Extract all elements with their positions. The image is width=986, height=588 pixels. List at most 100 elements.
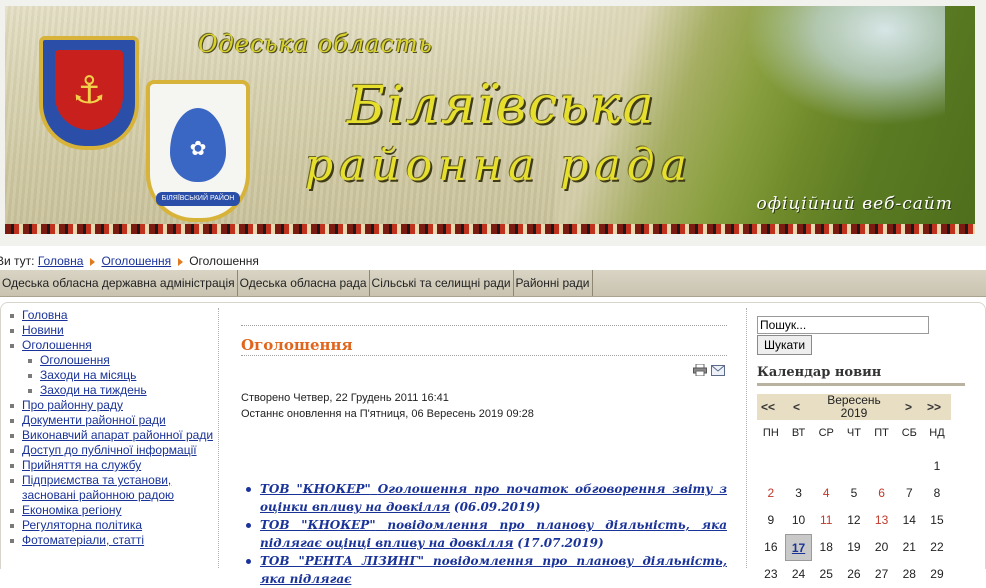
news-org: ТОВ "РЕНТА ЛІЗИНГ" [260, 554, 424, 568]
calendar-day: 26 [847, 567, 861, 581]
created-date: Створено Четвер, 22 Грудень 2011 16:41 [241, 392, 449, 404]
prev-month-button[interactable]: < [793, 400, 800, 414]
calendar-day: 5 [850, 486, 858, 500]
calendar-grid: ПН ВТ СР ЧТ ПТ СБ НД 1 2 3 4 5 6 7 8 9 10 11 12 13 14… [757, 426, 951, 588]
news-date: (17.07.2019) [517, 536, 604, 550]
calendar-day: 20 [874, 540, 889, 554]
odesa-oblast-coat-of-arms: ⚓ [39, 36, 139, 150]
breadcrumb-arrow-icon [178, 257, 184, 266]
news-item[interactable]: ТОВ "РЕНТА ЛІЗИНГ" повідомлення про план… [245, 552, 727, 588]
menu-subitem-monthly-events[interactable]: Заходи на місяць [0, 368, 218, 383]
menu-item-announcements[interactable]: Оголошення [0, 338, 218, 353]
calendar-day: 28 [902, 567, 916, 581]
weekday-label: НД [929, 427, 945, 439]
calendar-day[interactable]: 4 [812, 480, 840, 507]
calendar-day: 1 [933, 459, 941, 473]
coat-ribbon: БІЛЯЇВСЬКИЙ РАЙОН [156, 192, 240, 206]
calendar-day[interactable]: 11 [812, 507, 840, 534]
weekday-label: ВТ [791, 427, 806, 439]
calendar-day: 25 [819, 567, 833, 581]
calendar-day: 19 [847, 540, 861, 554]
prev-year-button[interactable]: << [761, 400, 775, 414]
calendar-day: 21 [902, 540, 916, 554]
calendar-week: 1 [757, 453, 951, 480]
calendar-day: 3 [795, 486, 802, 500]
news-list: ТОВ "КНОКЕР" Оголошення про початок обго… [245, 480, 727, 588]
calendar-day: 29 [930, 567, 944, 581]
calendar-day: 18 [819, 540, 833, 554]
print-icon[interactable] [693, 364, 707, 376]
breadcrumb-arrow-icon [90, 257, 96, 266]
calendar-week: 23 24 25 26 27 28 29 [757, 561, 951, 588]
search-button[interactable]: Шукати [757, 335, 813, 355]
news-org: ТОВ "КНОКЕР" [260, 482, 371, 496]
calendar-year: 2019 [840, 406, 868, 420]
left-menu: Головна Новини Оголошення Оголошення Зах… [0, 308, 219, 568]
menu-item-enterprises[interactable]: Підприємства та установи, засновані райо… [0, 473, 218, 503]
menu-item-about-council[interactable]: Про районну раду [0, 398, 218, 413]
breadcrumb-home[interactable]: Головна [38, 254, 84, 268]
lotus-icon: ✿ [189, 136, 207, 160]
breadcrumb: Ви тут: Головна Оголошення Оголошення [0, 254, 259, 270]
topnav-village-councils[interactable]: Сільські та селищні ради [370, 270, 514, 296]
header-banner: ⚓ ✿ БІЛЯЇВСЬКИЙ РАЙОН Одеська область Бі… [5, 6, 975, 234]
next-month-button[interactable]: > [905, 400, 912, 414]
search-input[interactable] [757, 316, 929, 334]
calendar-day: 7 [905, 486, 913, 500]
calendar-day [757, 453, 785, 480]
calendar-day[interactable]: 17 [784, 534, 813, 561]
calendar-day: 22 [930, 540, 944, 554]
weekday-label: ПТ [874, 427, 889, 439]
page-title: Оголошення [241, 336, 353, 354]
header: ⚓ ✿ БІЛЯЇВСЬКИЙ РАЙОН Одеська область Бі… [0, 0, 986, 246]
top-navigation: Одеська обласна державна адміністрація О… [0, 270, 986, 297]
menu-item-home[interactable]: Головна [0, 308, 218, 323]
weekday-label: ПН [762, 427, 779, 439]
menu-item-executive-office[interactable]: Виконавчий апарат районної ради [0, 428, 218, 443]
calendar-day: 8 [933, 486, 941, 500]
calendar-day [895, 453, 923, 480]
calendar-day[interactable]: 13 [868, 507, 896, 534]
calendar-day: 16 [764, 540, 778, 554]
calendar-heading: Календар новин [757, 365, 882, 380]
divider [757, 383, 965, 386]
weekday-label: СБ [901, 427, 917, 439]
menu-item-economy[interactable]: Економіка регіону [0, 503, 218, 518]
news-item[interactable]: ТОВ "КНОКЕР" повідомлення про планову ді… [245, 516, 727, 552]
news-item[interactable]: ТОВ "КНОКЕР" Оголошення про початок обго… [245, 480, 727, 516]
menu-item-regulatory-policy[interactable]: Регуляторна політика [0, 518, 218, 533]
divider [241, 355, 727, 356]
next-year-button[interactable]: >> [927, 400, 941, 414]
menu-subitem-announcements[interactable]: Оголошення [0, 353, 218, 368]
embroidery-border [5, 224, 975, 234]
calendar-week: 16 17 18 19 20 21 22 [757, 534, 951, 561]
menu-subitem-weekly-events[interactable]: Заходи на тиждень [0, 383, 218, 398]
breadcrumb-current: Оголошення [189, 254, 259, 268]
anchor-icon: ⚓ [71, 68, 107, 112]
breadcrumb-announcements[interactable]: Оголошення [101, 254, 171, 268]
site-title-line2: районна рада [305, 140, 693, 191]
calendar-week: 9 10 11 12 13 14 15 [757, 507, 951, 534]
topnav-odesa-administration[interactable]: Одеська обласна державна адміністрація [0, 270, 238, 296]
calendar-day[interactable]: 6 [868, 480, 896, 507]
biliaivka-district-coat-of-arms: ✿ БІЛЯЇВСЬКИЙ РАЙОН [146, 80, 250, 222]
email-icon[interactable] [711, 365, 725, 376]
calendar-navigation: << < Вересень 2019 > >> [757, 394, 951, 420]
topnav-district-councils[interactable]: Районні ради [514, 270, 593, 296]
menu-item-photos[interactable]: Фотоматеріали, статті [0, 533, 218, 548]
calendar-day[interactable]: 2 [757, 480, 785, 507]
breadcrumb-prefix: Ви тут: [0, 254, 35, 268]
calendar-day: 12 [847, 513, 861, 527]
weekday-label: ЧТ [846, 427, 861, 439]
weekday-label: СР [818, 427, 834, 439]
calendar-day: 10 [791, 513, 806, 527]
menu-item-news[interactable]: Новини [0, 323, 218, 338]
topnav-odesa-council[interactable]: Одеська обласна рада [238, 270, 370, 296]
calendar-day [868, 453, 896, 480]
menu-item-public-information[interactable]: Доступ до публічної інформації [0, 443, 218, 458]
menu-item-council-documents[interactable]: Документи районної ради [0, 413, 218, 428]
site-title-line1: Біляївська [347, 76, 656, 136]
calendar-month: Вересень 2019 [809, 394, 899, 420]
menu-item-employment[interactable]: Прийняття на службу [0, 458, 218, 473]
calendar-day: 9 [767, 513, 775, 527]
